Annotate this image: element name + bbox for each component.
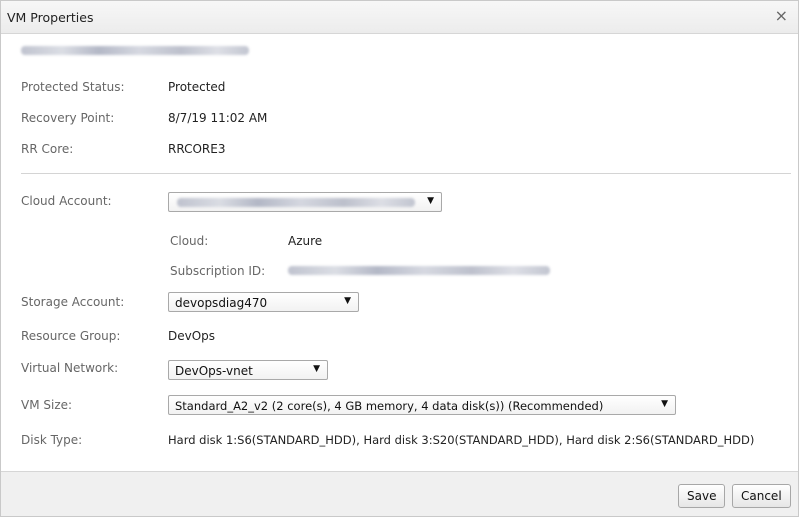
- chevron-down-icon: ▼: [344, 296, 351, 306]
- cloud-account-label: Cloud Account:: [21, 194, 112, 208]
- virtual-network-label: Virtual Network:: [21, 361, 119, 375]
- vm-name-redacted: [21, 46, 249, 55]
- chevron-down-icon: ▼: [427, 196, 434, 206]
- vm-size-select[interactable]: Standard_A2_v2 (2 core(s), 4 GB memory, …: [168, 395, 676, 415]
- subscription-id-redacted: [288, 266, 550, 275]
- rr-core-value: RRCORE3: [168, 142, 226, 156]
- virtual-network-select[interactable]: DevOps-vnet ▼: [168, 360, 328, 380]
- cloud-value: Azure: [288, 234, 323, 248]
- section-divider: [21, 173, 791, 174]
- cloud-account-select[interactable]: ▼: [168, 192, 442, 212]
- resource-group-label: Resource Group:: [21, 329, 121, 343]
- recovery-point-label: Recovery Point:: [21, 111, 115, 125]
- close-icon[interactable]: ×: [775, 7, 788, 25]
- vm-size-label: VM Size:: [21, 398, 73, 412]
- dialog-title: VM Properties: [7, 10, 94, 25]
- chevron-down-icon: ▼: [661, 399, 668, 409]
- protected-status-label: Protected Status:: [21, 80, 125, 94]
- cloud-label: Cloud:: [170, 234, 209, 248]
- save-button[interactable]: Save: [678, 484, 726, 508]
- protected-status-value: Protected: [168, 80, 226, 94]
- disk-type-value: Hard disk 1:S6(STANDARD_HDD), Hard disk …: [168, 433, 755, 447]
- disk-type-label: Disk Type:: [21, 433, 83, 447]
- virtual-network-selected: DevOps-vnet: [175, 364, 253, 378]
- storage-account-selected: devopsdiag470: [175, 296, 268, 310]
- vm-properties-dialog: VM Properties × Protected Status: Protec…: [0, 0, 799, 517]
- chevron-down-icon: ▼: [313, 364, 320, 374]
- storage-account-label: Storage Account:: [21, 295, 125, 309]
- cloud-account-redacted: [177, 198, 415, 207]
- recovery-point-value: 8/7/19 11:02 AM: [168, 111, 268, 125]
- resource-group-value: DevOps: [168, 329, 216, 343]
- storage-account-select[interactable]: devopsdiag470 ▼: [168, 292, 359, 312]
- rr-core-label: RR Core:: [21, 142, 74, 156]
- vm-size-selected: Standard_A2_v2 (2 core(s), 4 GB memory, …: [175, 399, 604, 413]
- dialog-titlebar: VM Properties ×: [1, 1, 798, 34]
- dialog-footer: Save Cancel: [1, 471, 798, 516]
- cancel-button[interactable]: Cancel: [732, 484, 791, 508]
- subscription-id-label: Subscription ID:: [170, 264, 266, 278]
